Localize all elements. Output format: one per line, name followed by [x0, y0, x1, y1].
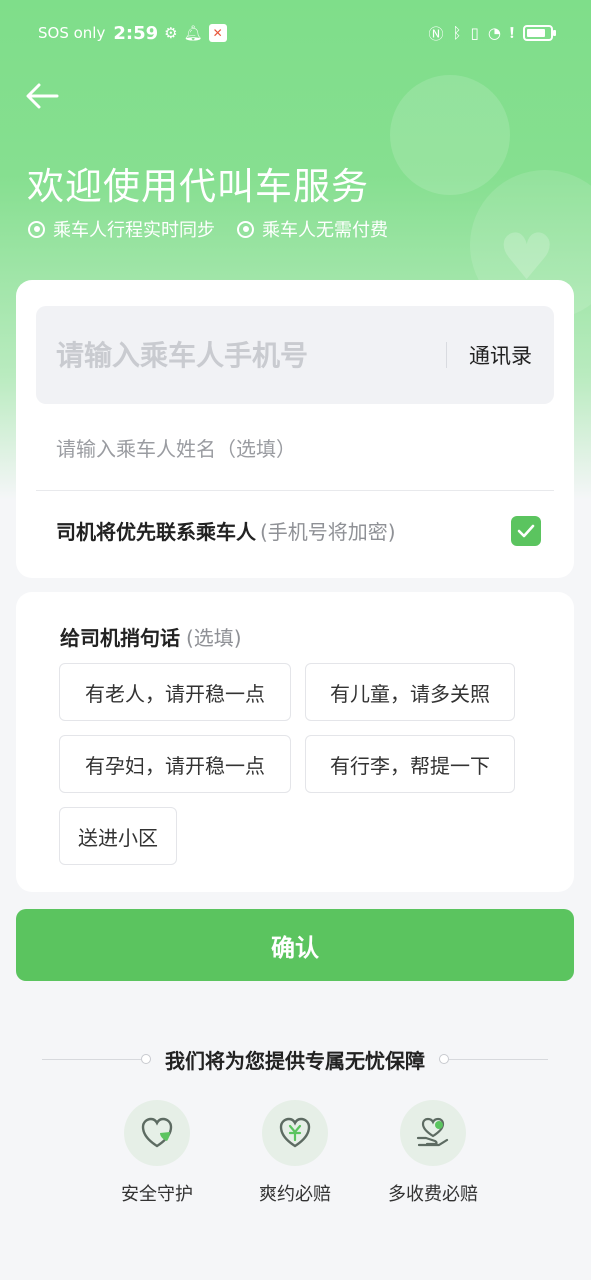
priority-contact-hint: (手机号将加密) — [260, 520, 396, 544]
bluetooth-icon: ᛒ — [452, 24, 462, 42]
app-notification-icon: ✕ — [208, 24, 227, 42]
confirm-button[interactable]: 确认 — [16, 909, 574, 981]
benefit-item: 爽约必赔 — [235, 1100, 355, 1206]
message-chip[interactable]: 有行李，帮提一下 — [305, 735, 515, 793]
divider — [449, 1058, 548, 1060]
message-chip[interactable]: 送进小区 — [59, 807, 177, 865]
alert-icon: ❗︎ — [509, 24, 514, 42]
feature-label: 乘车人行程实时同步 — [53, 220, 215, 241]
phone-field-container: 通讯录 — [36, 306, 554, 404]
divider-dot — [439, 1054, 449, 1064]
driver-message-label: 给司机捎句话 — [60, 626, 180, 650]
nfc-icon: Ⓝ — [428, 24, 444, 43]
hand-heart-icon — [400, 1100, 466, 1166]
priority-contact-checkbox[interactable] — [511, 516, 541, 546]
divider — [36, 490, 554, 491]
shield-heart-icon — [124, 1100, 190, 1166]
passenger-name-input[interactable] — [56, 420, 536, 478]
battery-icon — [523, 25, 556, 41]
back-button[interactable] — [22, 76, 62, 116]
feature-list: 乘车人行程实时同步 乘车人无需付费 — [28, 216, 388, 242]
arrow-left-icon — [26, 83, 59, 109]
vibrate-icon: ▯ — [470, 24, 479, 42]
gear-icon: ⚙ — [164, 24, 178, 42]
passenger-phone-input[interactable] — [36, 306, 446, 404]
message-chip[interactable]: 有儿童，请多关照 — [305, 663, 515, 721]
decorative-heart-icon: ♥ — [498, 221, 556, 295]
contacts-button[interactable]: 通讯录 — [447, 340, 554, 370]
benefit-label: 安全守护 — [121, 1184, 193, 1205]
benefit-label: 多收费必赔 — [388, 1184, 478, 1205]
priority-contact-label: 司机将优先联系乘车人 — [56, 520, 256, 544]
feature-item: 乘车人无需付费 — [237, 216, 388, 242]
feature-item: 乘车人行程实时同步 — [28, 216, 215, 242]
divider-dot — [141, 1054, 151, 1064]
yuan-heart-icon — [262, 1100, 328, 1166]
driver-message-hint: (选填) — [186, 626, 242, 650]
page-title: 欢迎使用代叫车服务 — [27, 165, 369, 208]
message-chip[interactable]: 有孕妇，请开稳一点 — [59, 735, 291, 793]
guarantee-heading: 我们将为您提供专属无忧保障 — [42, 1042, 548, 1076]
carrier-label: SOS only — [38, 24, 106, 42]
feature-label: 乘车人无需付费 — [262, 220, 388, 241]
priority-contact-row: 司机将优先联系乘车人 (手机号将加密) — [56, 516, 396, 545]
wifi-icon: ◔ — [487, 24, 501, 42]
benefit-label: 爽约必赔 — [259, 1184, 331, 1205]
message-chip[interactable]: 有老人，请开稳一点 — [59, 663, 291, 721]
clock: 2:59 — [113, 22, 159, 44]
check-icon — [517, 524, 535, 538]
status-bar: SOS only 2:59 ⚙ 🔔︎ ✕ Ⓝ ᛒ ▯ ◔ ❗︎ — [0, 0, 591, 66]
radio-dot-icon — [28, 220, 45, 238]
passenger-card: 通讯录 司机将优先联系乘车人 (手机号将加密) — [16, 280, 574, 578]
driver-message-title: 给司机捎句话 (选填) — [60, 622, 242, 651]
bell-icon: 🔔︎ — [183, 24, 203, 42]
benefit-item: 安全守护 — [97, 1100, 217, 1206]
decorative-circle — [390, 75, 510, 195]
guarantee-title: 我们将为您提供专属无忧保障 — [165, 1048, 425, 1073]
benefit-item: 多收费必赔 — [373, 1100, 493, 1206]
driver-message-card: 给司机捎句话 (选填) 有老人，请开稳一点 有儿童，请多关照 有孕妇，请开稳一点 … — [16, 592, 574, 892]
radio-dot-icon — [237, 220, 254, 238]
divider — [42, 1058, 141, 1060]
